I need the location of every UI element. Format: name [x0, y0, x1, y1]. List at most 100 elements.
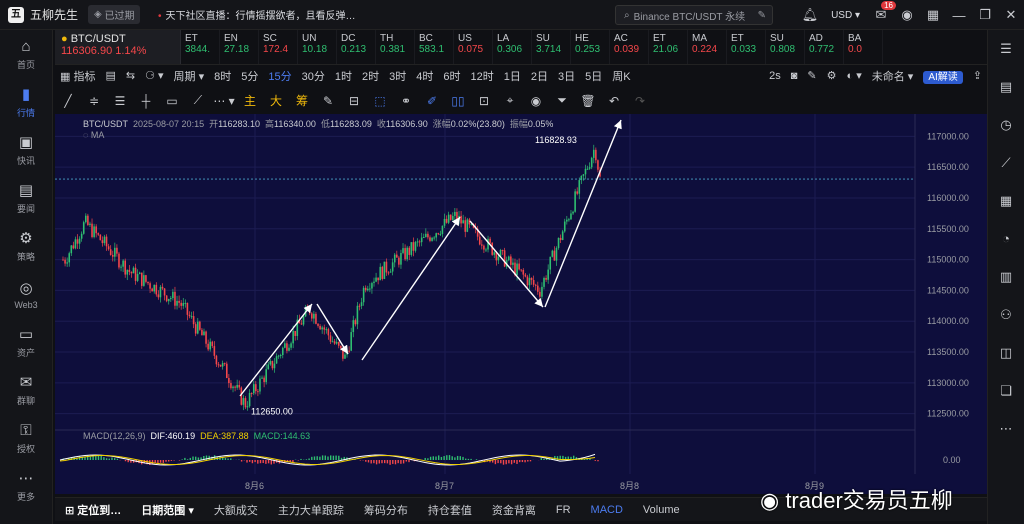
alarm-icon[interactable]: ◷	[988, 106, 1024, 144]
watchlist-item[interactable]: DC 0.213	[337, 30, 376, 64]
settings-icon[interactable]: ⚙	[822, 69, 842, 82]
date-range-button[interactable]: 日期范围 ▾	[131, 502, 204, 518]
sidebar-item-assets[interactable]: ▭ 资产	[0, 318, 52, 366]
hline-icon[interactable]: ┼	[133, 94, 159, 108]
bell-icon[interactable]: ◔	[988, 220, 1024, 258]
calendar-icon[interactable]: ▤	[100, 69, 120, 82]
macd-tab[interactable]: MACD	[581, 504, 633, 516]
sidebar-item-home[interactable]: ⌂ 首页	[0, 30, 52, 78]
trendline-icon[interactable]: ╱	[55, 94, 81, 108]
chip-button[interactable]: 筹	[289, 92, 315, 109]
main-order-tab[interactable]: 主力大单跟踪	[268, 502, 354, 518]
watchlist-item[interactable]: ET 21.06	[649, 30, 688, 64]
sidebar-item-news[interactable]: ▣ 快讯	[0, 126, 52, 174]
period-button[interactable]: 5日	[580, 68, 607, 84]
undo-icon[interactable]: ↶	[601, 94, 627, 108]
fib-icon[interactable]: ≑	[81, 94, 107, 108]
message-icon[interactable]: ◫	[988, 334, 1024, 372]
watchlist-item[interactable]: AD 0.772	[805, 30, 844, 64]
period-button[interactable]: 15分	[263, 68, 296, 84]
edit-icon[interactable]: ✎	[315, 94, 341, 108]
ray-icon[interactable]: ⟋	[185, 93, 211, 108]
mail-icon[interactable]: ✉ 16	[868, 1, 896, 23]
magnet-icon[interactable]: ⌖	[497, 93, 523, 108]
watchlist-item[interactable]: US 0.075	[454, 30, 493, 64]
list-icon[interactable]: ☰	[988, 30, 1024, 68]
dots-icon[interactable]: ⋯	[988, 410, 1024, 448]
period-button[interactable]: 3日	[553, 68, 580, 84]
eye-icon[interactable]: ◉	[523, 94, 549, 108]
watchlist-item[interactable]: SU 0.808	[766, 30, 805, 64]
template-select[interactable]: 未命名 ▾	[867, 68, 919, 84]
layers-icon[interactable]: ❏	[988, 372, 1024, 410]
watchlist-item[interactable]: LA 0.306	[493, 30, 532, 64]
period-button[interactable]: 1日	[499, 68, 526, 84]
channel-icon[interactable]: ☰	[107, 94, 133, 108]
close-icon[interactable]: ✕	[998, 7, 1024, 23]
main-force-button[interactable]: 主	[237, 92, 263, 109]
watchlist-item[interactable]: BC 583.1	[415, 30, 454, 64]
user-icon[interactable]: ◉	[894, 7, 920, 23]
period-button[interactable]: 12时	[466, 68, 499, 84]
big-trade-tab[interactable]: 大额成交	[204, 502, 268, 518]
period-button[interactable]: 2日	[526, 68, 553, 84]
candle-type-icon[interactable]: ⚆ ▾	[140, 69, 168, 82]
calc-icon[interactable]: ▦	[988, 182, 1024, 220]
sidebar-item-chat[interactable]: ✉ 群聊	[0, 366, 52, 414]
currency-select[interactable]: USD ▾	[831, 10, 860, 21]
watchlist-item[interactable]: MA 0.224	[688, 30, 727, 64]
more-tools-icon[interactable]: ⋯ ▾	[211, 94, 237, 108]
indicator-button[interactable]: ▦ 指标	[55, 68, 100, 84]
grid-icon[interactable]: ▦	[920, 7, 946, 23]
period-button[interactable]: 1时	[330, 68, 357, 84]
position-tab[interactable]: 持仓套值	[418, 502, 482, 518]
chip-dist-tab[interactable]: 筹码分布	[354, 502, 418, 518]
watchlist-item[interactable]: HE 0.253	[571, 30, 610, 64]
period-button[interactable]: 4时	[411, 68, 438, 84]
sidebar-item-auth[interactable]: ⚿ 授权	[0, 414, 52, 462]
sidebar-item-web3[interactable]: ◎ Web3	[0, 270, 52, 318]
minimize-icon[interactable]: —	[946, 8, 972, 23]
users-icon[interactable]: ⚇	[988, 296, 1024, 334]
period-button[interactable]: 2时	[357, 68, 384, 84]
divergence-tab[interactable]: 资金背离	[482, 502, 546, 518]
watchlist-item[interactable]: SU 3.714	[532, 30, 571, 64]
filter-icon[interactable]: ⏷	[549, 93, 575, 108]
watchlist-main[interactable]: ● BTC/USDT 116306.90 1.14%	[55, 30, 181, 64]
search-edit-icon[interactable]: ✎	[758, 10, 766, 21]
ma-indicator-label[interactable]: ◌ MA	[83, 130, 104, 140]
trend-arrow[interactable]	[544, 119, 622, 308]
period-button[interactable]: 30分	[297, 68, 330, 84]
lock-icon[interactable]: ⊡	[471, 94, 497, 108]
price-chart[interactable]: 117000.00 116500.00 116000.00 115500.00 1150…	[55, 114, 987, 494]
trash-icon[interactable]: 🗑︎	[575, 94, 601, 108]
watchlist-item[interactable]: EN 27.18	[220, 30, 259, 64]
period-button[interactable]: 周K	[607, 68, 635, 84]
watchlist-item[interactable]: SC 172.4	[259, 30, 298, 64]
period-button[interactable]: 8时	[209, 68, 236, 84]
share-icon[interactable]: ⇪	[968, 69, 987, 82]
link-icon[interactable]: ⚭	[393, 94, 419, 108]
notes-icon[interactable]: ▤	[988, 68, 1024, 106]
watchlist-item[interactable]: ET 0.033	[727, 30, 766, 64]
watchlist-item[interactable]: AC 0.039	[610, 30, 649, 64]
sidebar-item-market[interactable]: ▮ 行情	[0, 78, 52, 126]
restore-icon[interactable]: ❐	[972, 7, 998, 23]
brush-icon[interactable]: ✐	[419, 94, 445, 108]
bell-icon[interactable]: 🔔︎	[797, 7, 823, 23]
trend-icon[interactable]: ⟋	[988, 144, 1024, 182]
period-button[interactable]: 5分	[236, 68, 263, 84]
trend-arrow[interactable]	[239, 303, 313, 397]
bars-icon[interactable]: ▯▯	[445, 94, 471, 108]
fr-tab[interactable]: FR	[546, 504, 581, 516]
expired-badge[interactable]: ◈ 已过期	[88, 5, 141, 24]
watchlist-item[interactable]: UN 10.18	[298, 30, 337, 64]
period-button[interactable]: 3时	[384, 68, 411, 84]
sidebar-item-strategy[interactable]: ⚙ 策略	[0, 222, 52, 270]
layout-icon[interactable]: ◐ ▾	[842, 69, 867, 82]
book-icon[interactable]: ▥	[988, 258, 1024, 296]
watchlist-item[interactable]: BA 0.0	[844, 30, 883, 64]
compare-icon[interactable]: ⇆	[121, 69, 140, 82]
ai-interpret-button[interactable]: AI解读	[918, 68, 967, 84]
redo-icon[interactable]: ↷	[627, 94, 653, 108]
